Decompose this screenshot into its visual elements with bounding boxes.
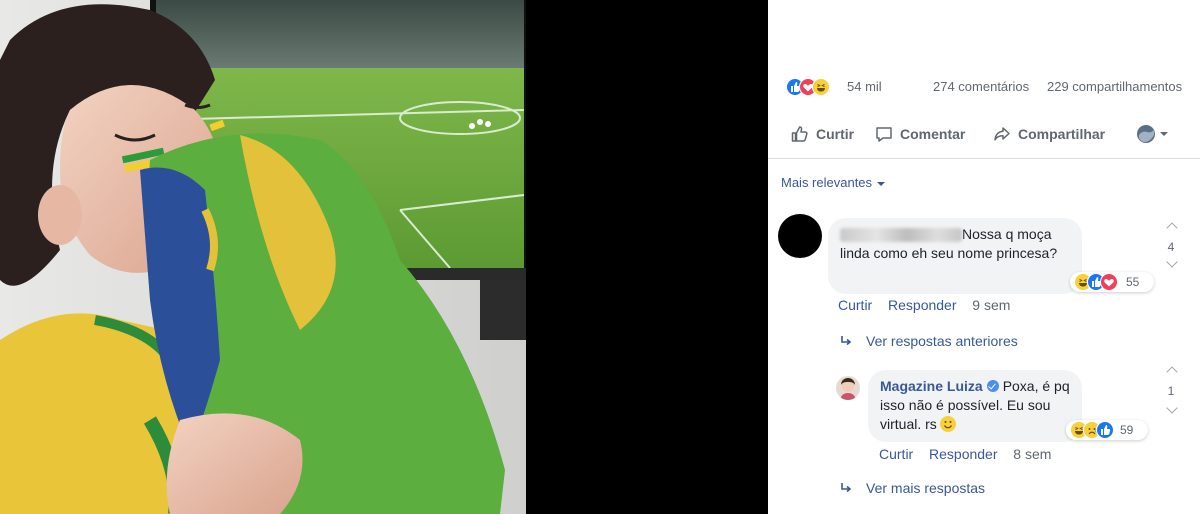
magazine-luiza-avatar[interactable] — [836, 376, 860, 400]
comment-icon — [876, 127, 892, 142]
shares-count[interactable]: 229 compartilhamentos — [1047, 79, 1182, 94]
comment-timestamp[interactable]: 9 sem — [972, 297, 1010, 313]
reaction-count[interactable]: 54 mil — [847, 79, 882, 94]
comment-like-link[interactable]: Curtir — [838, 297, 872, 313]
caret-down-icon — [877, 181, 886, 186]
comment-sort-dropdown[interactable]: Mais relevantes — [781, 175, 886, 190]
chevron-up-icon[interactable] — [1166, 366, 1178, 378]
reply-reply-link[interactable]: Responder — [929, 446, 998, 462]
verified-badge-icon — [986, 380, 999, 392]
chevron-down-icon[interactable] — [1166, 256, 1178, 268]
reply-side-count: 1 — [1167, 384, 1175, 398]
sort-label: Mais relevantes — [781, 175, 873, 190]
like-label: Curtir — [816, 126, 855, 142]
profile-chevron-down-icon — [1137, 125, 1168, 143]
comment-reactions[interactable]: 55 — [1070, 272, 1154, 292]
chevron-down-icon[interactable] — [1166, 402, 1178, 414]
comment-label: Comentar — [900, 126, 966, 142]
comment-bubble: Nossa q moça linda como eh seu nome prin… — [828, 218, 1082, 294]
commenter-avatar[interactable] — [778, 214, 822, 258]
reply-reactions[interactable]: 59 — [1066, 420, 1148, 440]
view-previous-replies-label: Ver respostas anteriores — [866, 333, 1018, 349]
reply-bubble: Magazine Luiza Poxa, é pq isso não é poss… — [868, 370, 1082, 442]
share-button[interactable]: Compartilhar — [992, 120, 1105, 148]
reply-meta: Curtir Responder 8 sem — [879, 446, 1051, 462]
post-reactions-summary[interactable] — [786, 78, 838, 98]
reply-author-name[interactable]: Magazine Luiza — [880, 378, 983, 394]
comment-side-count: 4 — [1167, 240, 1175, 254]
post-side-panel: 54 mil 274 comentários 229 compartilhame… — [768, 0, 1200, 514]
comment-meta: Curtir Responder 9 sem — [838, 297, 1010, 313]
reply-arrow-icon — [841, 483, 852, 493]
comments-count[interactable]: 274 comentários — [933, 79, 1029, 94]
share-label: Compartilhar — [1018, 126, 1106, 142]
share-icon — [994, 127, 1010, 141]
love-reaction-icon — [1100, 273, 1118, 291]
reply-reaction-count: 59 — [1120, 423, 1134, 437]
post-actions: Curtir Comentar Compartilhar — [786, 120, 1190, 148]
view-previous-replies-link[interactable]: Ver respostas anteriores — [840, 333, 1018, 349]
smile-emoji-icon — [939, 416, 956, 432]
haha-reaction-icon — [812, 78, 830, 96]
chevron-up-icon[interactable] — [1166, 222, 1178, 234]
reply-like-link[interactable]: Curtir — [879, 446, 913, 462]
photo-illustration — [0, 0, 526, 514]
view-more-replies-link[interactable]: Ver mais respostas — [840, 480, 985, 496]
post-photo[interactable] — [0, 0, 526, 514]
comment-button[interactable]: Comentar — [874, 120, 965, 148]
like-reaction-icon — [1096, 421, 1114, 439]
panel-divider — [768, 158, 1200, 159]
comment-reaction-count: 55 — [1126, 275, 1140, 289]
audience-selector[interactable] — [1136, 120, 1174, 148]
post-stats: 54 mil 274 comentários 229 compartilhame… — [786, 78, 1190, 98]
redacted-author-name[interactable] — [840, 228, 962, 243]
reply-timestamp[interactable]: 8 sem — [1013, 446, 1051, 462]
thumbs-up-icon — [791, 126, 808, 142]
view-more-replies-label: Ver mais respostas — [866, 480, 986, 496]
like-button[interactable]: Curtir — [790, 120, 854, 148]
reply-arrow-icon — [841, 336, 852, 346]
comment-reply-link[interactable]: Responder — [888, 297, 957, 313]
photo-viewer — [0, 0, 768, 514]
